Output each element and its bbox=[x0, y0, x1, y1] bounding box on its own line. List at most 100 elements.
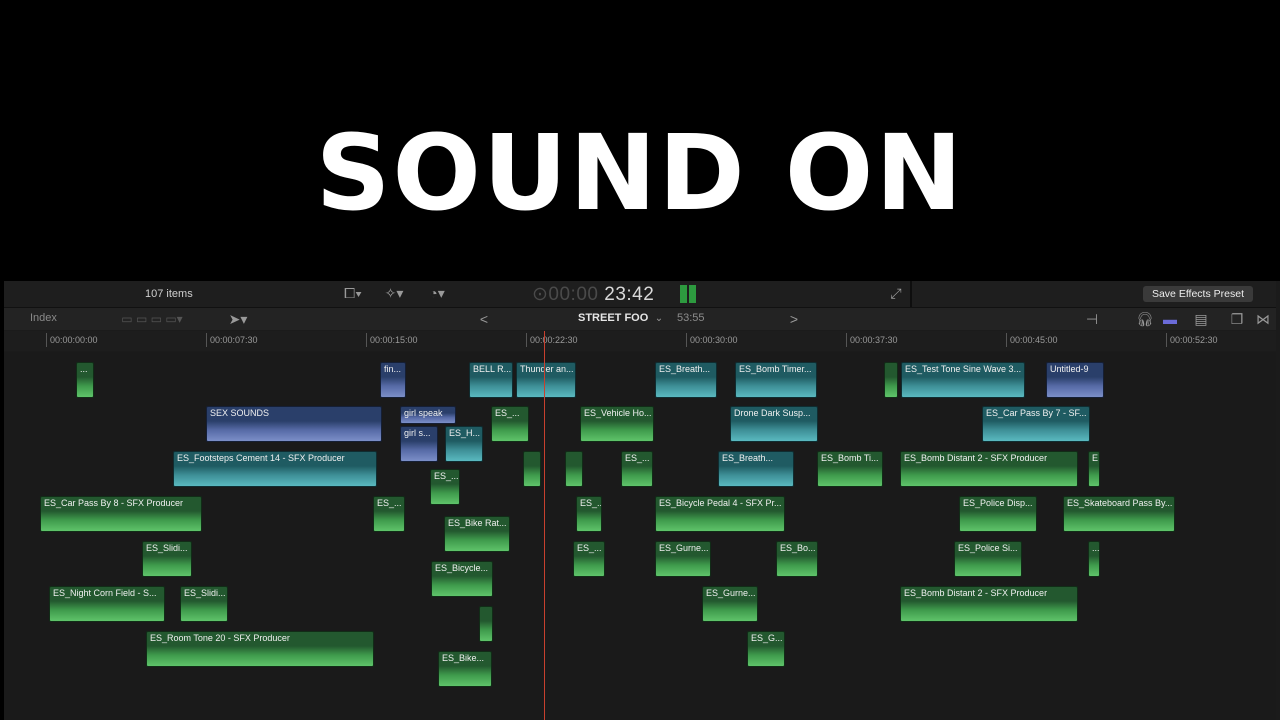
final-cut-timeline-window: 107 items ⧠▾ ✧▾ ◔▾ ⊙00:00 23:42 ⤢ Save E… bbox=[4, 281, 1280, 720]
audio-clip[interactable]: ES_G... bbox=[747, 631, 785, 667]
audio-clip[interactable]: fin... bbox=[380, 362, 406, 398]
audio-clip[interactable]: ES_Bomb Timer... bbox=[735, 362, 817, 398]
audio-clip[interactable]: ES_Bike... bbox=[438, 651, 492, 687]
timecode-display[interactable]: ⊙00:00 23:42 bbox=[532, 283, 654, 306]
timeline-tracks[interactable]: ... fin... BELL R... Thunder an... ES_Breath… bbox=[4, 352, 1276, 720]
audio-clip[interactable]: Thunder an... bbox=[516, 362, 576, 398]
chevron-down-icon[interactable]: ⌄ bbox=[653, 310, 665, 328]
audio-clip[interactable]: ES_... bbox=[621, 451, 653, 487]
audio-clip[interactable]: ES_Skateboard Pass By... bbox=[1063, 496, 1175, 532]
waveform bbox=[736, 376, 816, 397]
audio-clip[interactable]: ES_Car Pass By 8 - SFX Producer bbox=[40, 496, 202, 532]
clip-label: ES_Bomb Timer... bbox=[739, 364, 812, 374]
solo-icon[interactable]: ▬ bbox=[1160, 310, 1180, 328]
audio-clip[interactable]: girl speak bbox=[400, 406, 456, 424]
project-duration: 53:55 bbox=[677, 312, 705, 324]
prev-arrow[interactable]: < bbox=[478, 310, 490, 328]
audio-clip[interactable]: SEX SOUNDS bbox=[206, 406, 382, 442]
audio-clip[interactable]: ES_Bomb Distant 2 - SFX Producer bbox=[900, 451, 1078, 487]
audio-clip[interactable]: ES_... bbox=[576, 496, 602, 532]
fullscreen-icon[interactable]: ⤢ bbox=[888, 284, 904, 302]
audio-clip[interactable]: ES_Test Tone Sine Wave 3... bbox=[901, 362, 1025, 398]
headphones-icon[interactable]: 🎧︎ bbox=[1136, 310, 1154, 328]
audio-clip[interactable]: ES_H... bbox=[445, 426, 483, 462]
clip-label: ES_Bomb Distant 2 - SFX Producer bbox=[904, 453, 1048, 463]
audio-clip[interactable]: ES_Slidi... bbox=[180, 586, 228, 622]
audio-clip[interactable]: Drone Dark Susp... bbox=[730, 406, 818, 442]
clip-label: ES_Breath... bbox=[659, 364, 711, 374]
audio-clip[interactable] bbox=[884, 362, 898, 398]
waveform bbox=[147, 645, 373, 666]
waveform bbox=[983, 420, 1089, 441]
audio-clip[interactable]: ES_Bicycle... bbox=[431, 561, 493, 597]
clip-label: girl s... bbox=[404, 428, 431, 438]
audio-clip[interactable]: E bbox=[1088, 451, 1100, 487]
waveform bbox=[445, 530, 509, 551]
select-tool-icon[interactable]: ➤▾ bbox=[226, 310, 250, 328]
waveform bbox=[1064, 510, 1174, 531]
audio-clip[interactable]: ES_Slidi... bbox=[142, 541, 192, 577]
audio-clip[interactable]: ES_Bicycle Pedal 4 - SFX Pr... bbox=[655, 496, 785, 532]
playhead[interactable] bbox=[544, 331, 545, 720]
waveform bbox=[381, 376, 405, 397]
clip-label: ES_Slidi... bbox=[146, 543, 188, 553]
magic-wand-icon[interactable]: ✧▾ bbox=[380, 284, 408, 302]
waveform bbox=[656, 510, 784, 531]
audio-clip[interactable]: ES_Breath... bbox=[655, 362, 717, 398]
clip-label: ES_Footsteps Cement 14 - SFX Producer bbox=[177, 453, 345, 463]
audio-clip[interactable]: BELL R... bbox=[469, 362, 513, 398]
clip-label: E bbox=[1092, 453, 1099, 463]
clip-label: ES_Bomb Distant 2 - SFX Producer bbox=[904, 588, 1048, 598]
window-icon[interactable]: ❐ bbox=[1228, 310, 1246, 328]
next-arrow[interactable]: > bbox=[788, 310, 800, 328]
waveform bbox=[174, 465, 376, 486]
clip-label: ... bbox=[80, 364, 88, 374]
audio-clip[interactable]: ES_Bike Rat... bbox=[444, 516, 510, 552]
audio-clip[interactable]: ES_Footsteps Cement 14 - SFX Producer bbox=[173, 451, 377, 487]
audio-clip[interactable]: ES_Bo... bbox=[776, 541, 818, 577]
clip-label: ES_Bomb Ti... bbox=[821, 453, 879, 463]
timeline-ruler[interactable]: 00:00:00:00 00:00:07:30 00:00:15:00 00:0… bbox=[4, 331, 1276, 401]
clip-label: ES_G... bbox=[751, 633, 783, 643]
audio-clip[interactable]: ES_Gurne... bbox=[655, 541, 711, 577]
audio-clip[interactable]: ... bbox=[76, 362, 94, 398]
clip-label: ES_Bike... bbox=[442, 653, 485, 663]
audio-clip[interactable]: ES_Breath... bbox=[718, 451, 794, 487]
audio-clip[interactable]: ... bbox=[1088, 541, 1100, 577]
audio-clip[interactable]: ES_Night Corn Field - S... bbox=[49, 586, 165, 622]
audio-clip[interactable]: ES_Car Pass By 7 - SF... bbox=[982, 406, 1090, 442]
transitions-icon[interactable]: ⋈ bbox=[1254, 310, 1272, 328]
audio-clip[interactable] bbox=[479, 606, 493, 642]
crop-icon[interactable]: ⧠▾ bbox=[341, 284, 365, 302]
audio-clip[interactable]: ES_Vehicle Ho... bbox=[580, 406, 654, 442]
snapping-icon[interactable]: ⊣ bbox=[1082, 310, 1102, 328]
audio-clip[interactable]: girl s... bbox=[400, 426, 438, 462]
audio-clip[interactable]: ES_Gurne... bbox=[702, 586, 758, 622]
audio-clip[interactable]: ES_Police Si... bbox=[954, 541, 1022, 577]
audio-clip[interactable]: ES_... bbox=[430, 469, 460, 505]
audio-clip[interactable]: ES_... bbox=[491, 406, 529, 442]
clip-label: ES_... bbox=[577, 543, 602, 553]
audio-clip[interactable]: ES_... bbox=[373, 496, 405, 532]
audio-clip[interactable]: ES_Room Tone 20 - SFX Producer bbox=[146, 631, 374, 667]
waveform bbox=[77, 376, 93, 397]
ruler-tick: 00:00:37:30 bbox=[846, 333, 898, 347]
index-button[interactable]: Index bbox=[30, 312, 57, 324]
waveform bbox=[566, 465, 582, 486]
audio-clip[interactable] bbox=[523, 451, 541, 487]
speed-icon[interactable]: ◔▾ bbox=[420, 284, 454, 302]
audio-meters[interactable] bbox=[680, 285, 698, 303]
waveform bbox=[656, 555, 710, 576]
waveform bbox=[41, 510, 201, 531]
items-count: 107 items bbox=[145, 288, 193, 300]
audio-clip[interactable]: ES_... bbox=[573, 541, 605, 577]
audio-clip[interactable]: ES_Bomb Distant 2 - SFX Producer bbox=[900, 586, 1078, 622]
project-name[interactable]: STREET FOO bbox=[578, 312, 648, 324]
save-effects-preset-button[interactable]: Save Effects Preset bbox=[1142, 286, 1253, 302]
audio-clip[interactable] bbox=[565, 451, 583, 487]
audio-clip[interactable]: ES_Police Disp... bbox=[959, 496, 1037, 532]
edit-mode-icons[interactable]: ▭ ▭ ▭ ▭▾ bbox=[98, 310, 206, 328]
audio-clip[interactable]: Untitled-9 bbox=[1046, 362, 1104, 398]
audio-clip[interactable]: ES_Bomb Ti... bbox=[817, 451, 883, 487]
clip-appearance-icon[interactable]: ▤ bbox=[1192, 310, 1210, 328]
